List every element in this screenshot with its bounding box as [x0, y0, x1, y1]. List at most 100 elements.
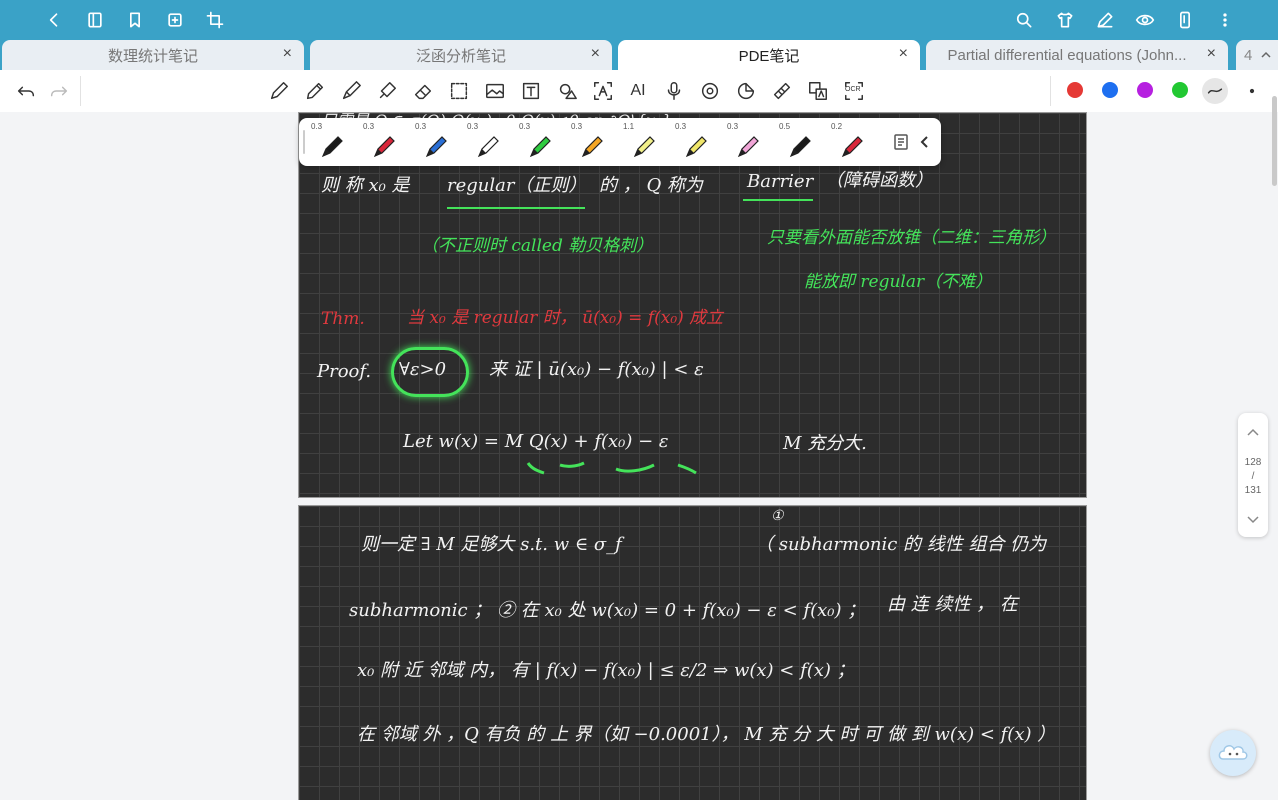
pen-width-label: 0.5: [779, 122, 791, 131]
handwritten-line: 在 邻域 外 ，Q 有负 的 上 界（如 −0.0001）， M 充 分 大 时…: [357, 724, 1056, 745]
handwritten-line: ①: [771, 508, 784, 524]
pen-preset[interactable]: 0.3: [413, 118, 461, 166]
eraser-icon[interactable]: [411, 79, 435, 103]
note-page[interactable]: 只需是 Q ∈ σ(Ω) Q(x₀)=0 Q(x)<0 on ∂Ω\{x₀} 则…: [298, 112, 1087, 498]
more-vertical-icon[interactable]: [1214, 9, 1236, 31]
pen-preset[interactable]: 1.1: [621, 118, 669, 166]
tab-pde-john[interactable]: Partial differential equations (John... …: [926, 40, 1228, 70]
phone-icon[interactable]: [1174, 9, 1196, 31]
text-recognize-icon[interactable]: [591, 79, 615, 103]
shape-icon[interactable]: [555, 79, 579, 103]
pen-width-label: 0.3: [571, 122, 583, 131]
pen-preset[interactable]: 0.2: [829, 118, 877, 166]
tab-statistics[interactable]: 数理统计笔记 ×: [2, 40, 304, 70]
drag-handle[interactable]: [303, 130, 305, 154]
microphone-icon[interactable]: [662, 79, 686, 103]
tab-label: 泛函分析笔记: [415, 47, 506, 65]
handwritten-line: subharmonic ； ② 在 x₀ 处 w(x₀) = 0 + f(x₀)…: [349, 600, 866, 621]
green-note: （不正则时 called 勒贝格刺）: [421, 236, 654, 256]
sticker-icon[interactable]: [734, 79, 758, 103]
close-icon[interactable]: ×: [591, 45, 600, 63]
pen-width-label: 0.3: [415, 122, 427, 131]
pen-icon: [841, 136, 863, 158]
pen-width-label: 0.3: [363, 122, 375, 131]
pen-icon: [373, 136, 395, 158]
translate-icon[interactable]: [806, 79, 830, 103]
pen-preset[interactable]: 0.5: [777, 118, 825, 166]
text-box-icon[interactable]: [519, 79, 543, 103]
pencil-icon[interactable]: [303, 79, 327, 103]
note-page[interactable]: 则一定 ∃ M 足够大 s.t. w ∈ σ_f ① （ subharmonic…: [298, 505, 1087, 800]
tab-pde[interactable]: PDE笔记 ×: [618, 40, 920, 70]
green-underline: [743, 199, 813, 201]
tape-icon[interactable]: [770, 79, 794, 103]
tab-functional-analysis[interactable]: 泛函分析笔记 ×: [310, 40, 612, 70]
handwritten-line: Proof.: [317, 361, 372, 382]
green-note: 只要看外面能否放锥（二维：三角形）: [767, 228, 1056, 248]
pen-preset[interactable]: 0.3: [309, 118, 357, 166]
pen-preset[interactable]: 0.3: [725, 118, 773, 166]
notebook-icon[interactable]: [84, 9, 106, 31]
drawing-toolbar: AI OCR: [0, 70, 1278, 113]
pen-preset[interactable]: 0.3: [465, 118, 513, 166]
shirt-icon[interactable]: [1054, 9, 1076, 31]
crop-icon[interactable]: [204, 9, 226, 31]
pen-width-label: 0.2: [831, 122, 843, 131]
brush-icon[interactable]: [339, 79, 363, 103]
add-page-icon[interactable]: [164, 9, 186, 31]
close-icon[interactable]: ×: [1207, 45, 1216, 63]
handwritten-line: 的 ， Q 称为: [599, 175, 703, 196]
pen-icon: [477, 136, 499, 158]
tab-label: Partial differential equations (John...: [947, 46, 1187, 64]
stroke-style-icon[interactable]: [1202, 78, 1228, 104]
pen-icon[interactable]: [1094, 9, 1116, 31]
handwritten-line: ∀ε>0: [399, 359, 447, 380]
handwritten-line: 则 称 x₀ 是: [321, 175, 410, 196]
toolbar-divider: [80, 76, 81, 106]
redo-icon[interactable]: [47, 79, 71, 103]
pen-preset[interactable]: 0.3: [569, 118, 617, 166]
list-icon[interactable]: [891, 132, 911, 152]
image-icon[interactable]: [483, 79, 507, 103]
highlighter-icon[interactable]: [375, 79, 399, 103]
ocr-label: OCR: [845, 86, 861, 93]
handwritten-line: x₀ 附 近 邻域 内， 有 | f(x) − f(x₀) | ≤ ε/2 ⇒ …: [357, 660, 855, 681]
page-separator: /: [1251, 471, 1255, 482]
back-icon[interactable]: [43, 9, 65, 31]
undo-icon[interactable]: [14, 79, 38, 103]
record-icon[interactable]: [698, 79, 722, 103]
pen-icon: [529, 136, 551, 158]
color-green[interactable]: [1172, 82, 1188, 98]
eye-icon[interactable]: [1134, 9, 1156, 31]
search-icon[interactable]: [1013, 9, 1035, 31]
pen-preset-panel: 0.3 0.3 0.3 0.3 0.3 0.3 1.1 0.3 0.3 0.5 0.2: [299, 118, 941, 166]
assistant-cloud-icon[interactable]: [1210, 730, 1256, 776]
pen-width-label: 0.3: [311, 122, 323, 131]
handwritten-line: 来 证 | ū(x₀) − f(x₀) | < ε: [489, 359, 704, 380]
note-canvas[interactable]: 只需是 Q ∈ σ(Ω) Q(x₀)=0 Q(x)<0 on ∂Ω\{x₀} 则…: [0, 112, 1278, 800]
green-note: 能放即 regular（不难）: [804, 272, 993, 292]
chevron-down-icon[interactable]: [1245, 511, 1261, 527]
pen-preset[interactable]: 0.3: [517, 118, 565, 166]
tab-count[interactable]: 4: [1236, 40, 1278, 70]
color-red[interactable]: [1067, 82, 1083, 98]
close-icon[interactable]: ×: [899, 45, 908, 63]
ocr-icon[interactable]: OCR: [842, 79, 866, 103]
more-dot-icon[interactable]: [1240, 79, 1264, 103]
close-icon[interactable]: ×: [283, 45, 292, 63]
top-app-bar: [0, 0, 1278, 40]
bookmark-icon[interactable]: [124, 9, 146, 31]
ai-label[interactable]: AI: [626, 79, 650, 103]
page-navigator: 128 / 131: [1238, 413, 1268, 537]
color-blue[interactable]: [1102, 82, 1118, 98]
fountain-pen-icon[interactable]: [267, 79, 291, 103]
scrollbar-thumb[interactable]: [1272, 96, 1277, 186]
chevron-left-icon[interactable]: [915, 132, 935, 152]
pen-preset[interactable]: 0.3: [361, 118, 409, 166]
pen-preset[interactable]: 0.3: [673, 118, 721, 166]
color-purple[interactable]: [1137, 82, 1153, 98]
toolbar-divider: [1050, 76, 1051, 106]
lasso-select-icon[interactable]: [447, 79, 471, 103]
pen-icon: [581, 136, 603, 158]
chevron-up-icon[interactable]: [1245, 425, 1261, 441]
